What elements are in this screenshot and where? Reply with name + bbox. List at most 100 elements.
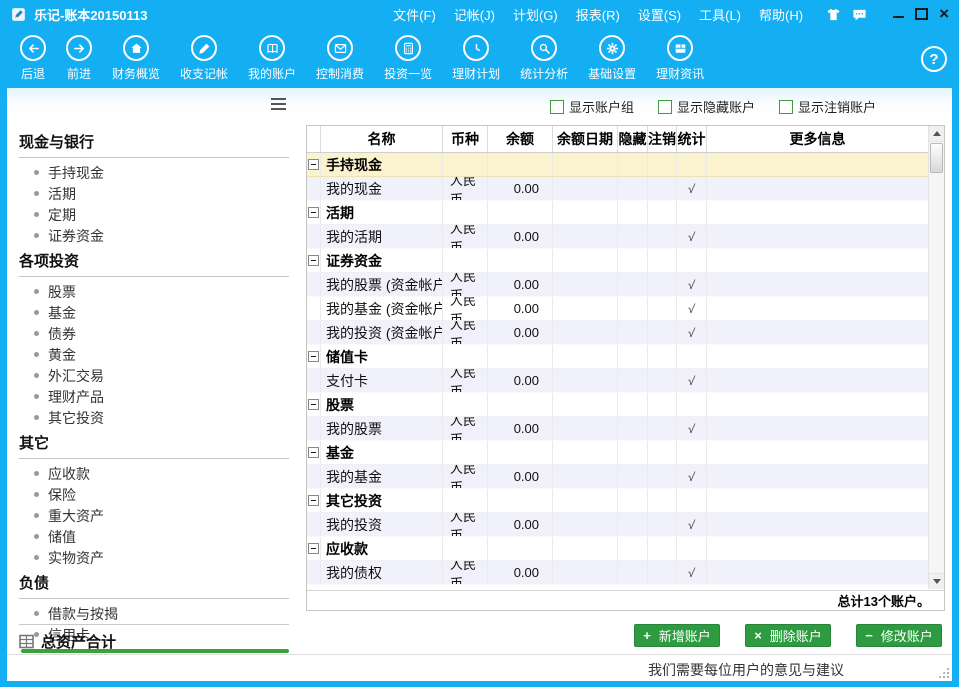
checkbox-icon[interactable] (658, 100, 672, 114)
bullet-icon (34, 331, 39, 336)
toolbar-item-arrow-right[interactable]: 前进 (56, 28, 102, 82)
sidebar-item-重大资产[interactable]: 重大资产 (7, 505, 302, 526)
column-header-更多信息[interactable]: 更多信息 (707, 126, 928, 152)
account-row[interactable]: 我的投资 (资金帐户)人民币0.00√ (307, 321, 928, 345)
collapse-icon[interactable] (308, 351, 319, 362)
sidebar-item-保险[interactable]: 保险 (7, 484, 302, 505)
toolbar-item-home[interactable]: 财务概览 (102, 28, 170, 82)
sidebar-item-手持现金[interactable]: 手持现金 (7, 162, 302, 183)
add-account-button[interactable]: +新增账户 (634, 624, 720, 647)
group-row[interactable]: 手持现金 (307, 153, 928, 177)
sidebar-item-借款与按揭[interactable]: 借款与按揭 (7, 603, 302, 624)
toolbar-item-grid[interactable]: 理财资讯 (646, 28, 714, 82)
sidebar-item-债券[interactable]: 债券 (7, 323, 302, 344)
menu-item-6[interactable]: 工具(L) (690, 5, 750, 24)
menu-item-5[interactable]: 设置(S) (629, 5, 690, 24)
toolbar-item-pencil[interactable]: 收支记帐 (170, 28, 238, 82)
scroll-up-button[interactable] (929, 126, 944, 142)
filter-checkbox-2[interactable]: 显示隐藏账户 (658, 97, 755, 116)
collapse-icon[interactable] (308, 495, 319, 506)
cell-name: 我的股票 (资金帐户) (321, 273, 443, 296)
vertical-scrollbar[interactable] (928, 126, 944, 589)
group-row[interactable]: 基金 (307, 441, 928, 465)
help-button[interactable]: ? (921, 46, 947, 72)
close-button[interactable]: × (939, 6, 949, 22)
cell-hidden (618, 489, 648, 512)
collapse-icon[interactable] (308, 399, 319, 410)
sidebar-item-其它投资[interactable]: 其它投资 (7, 407, 302, 428)
account-row[interactable]: 我的股票人民币0.00√ (307, 417, 928, 441)
account-row[interactable]: 我的基金 (资金帐户)人民币0.00√ (307, 297, 928, 321)
column-header-名称[interactable]: 名称 (321, 126, 443, 152)
sidebar-item-股票[interactable]: 股票 (7, 281, 302, 302)
checkbox-icon[interactable] (550, 100, 564, 114)
toolbar-item-clock[interactable]: 理财计划 (442, 28, 510, 82)
sidebar-item-应收款[interactable]: 应收款 (7, 463, 302, 484)
toolbar-item-book[interactable]: 我的账户 (238, 28, 306, 82)
sidebar-item-活期[interactable]: 活期 (7, 183, 302, 204)
collapse-icon[interactable] (308, 543, 319, 554)
group-row[interactable]: 活期 (307, 201, 928, 225)
group-row[interactable]: 应收款 (307, 537, 928, 561)
column-header-币种[interactable]: 币种 (443, 126, 488, 152)
sidebar-item-理财产品[interactable]: 理财产品 (7, 386, 302, 407)
group-row[interactable]: 证券资金 (307, 249, 928, 273)
filter-checkbox-3[interactable]: 显示注销账户 (779, 97, 876, 116)
menu-item-2[interactable]: 记帐(J) (445, 5, 504, 24)
checkbox-icon[interactable] (779, 100, 793, 114)
sidebar-item-黄金[interactable]: 黄金 (7, 344, 302, 365)
theme-shirt-icon[interactable] (825, 6, 842, 23)
group-row[interactable]: 其它投资 (307, 489, 928, 513)
account-row[interactable]: 我的投资人民币0.00√ (307, 513, 928, 537)
menu-item-1[interactable]: 文件(F) (384, 5, 445, 24)
sidebar-splitter-bar[interactable] (21, 649, 289, 653)
column-header-余额[interactable]: 余额 (488, 126, 553, 152)
collapse-icon[interactable] (308, 447, 319, 458)
sidebar-item-外汇交易[interactable]: 外汇交易 (7, 365, 302, 386)
column-header-注销[interactable]: 注销 (648, 126, 677, 152)
group-row[interactable]: 股票 (307, 393, 928, 417)
column-header-统计[interactable]: 统计 (677, 126, 707, 152)
column-header-expand[interactable] (307, 126, 321, 152)
toolbar-item-envelope[interactable]: 控制消费 (306, 28, 374, 82)
feedback-bubble-icon[interactable] (851, 6, 868, 23)
toolbar-item-calculator[interactable]: 投资一览 (374, 28, 442, 82)
sidebar-item-定期[interactable]: 定期 (7, 204, 302, 225)
group-row[interactable]: 储值卡 (307, 345, 928, 369)
delete-account-button[interactable]: ×删除账户 (745, 624, 831, 647)
column-header-隐藏[interactable]: 隐藏 (618, 126, 648, 152)
account-row[interactable]: 我的基金人民币0.00√ (307, 465, 928, 489)
account-row[interactable]: 我的债权人民币0.00√ (307, 561, 928, 585)
column-header-余额日期[interactable]: 余额日期 (553, 126, 618, 152)
account-row[interactable]: 我的现金人民币0.00√ (307, 177, 928, 201)
collapse-icon[interactable] (308, 159, 319, 170)
collapse-icon[interactable] (308, 207, 319, 218)
modify-account-button[interactable]: −修改账户 (856, 624, 942, 647)
cell-name: 储值卡 (321, 345, 443, 368)
scrollbar-thumb[interactable] (930, 143, 943, 173)
maximize-button[interactable] (915, 6, 928, 22)
panel-menu-button[interactable] (271, 98, 286, 113)
account-row[interactable]: 支付卡人民币0.00√ (307, 369, 928, 393)
sidebar-item-基金[interactable]: 基金 (7, 302, 302, 323)
account-row[interactable]: 我的活期人民币0.00√ (307, 225, 928, 249)
menu-item-3[interactable]: 计划(G) (504, 5, 567, 24)
toolbar-item-arrow-left[interactable]: 后退 (10, 28, 56, 82)
sidebar-item-证券资金[interactable]: 证券资金 (7, 225, 302, 246)
resize-grip-icon[interactable] (938, 667, 949, 678)
account-row[interactable]: 我的股票 (资金帐户)人民币0.00√ (307, 273, 928, 297)
sidebar-item-储值[interactable]: 储值 (7, 526, 302, 547)
collapse-icon[interactable] (308, 255, 319, 266)
cell-cancelled (648, 561, 677, 584)
menu-item-7[interactable]: 帮助(H) (750, 5, 812, 24)
toolbar-item-gear[interactable]: 基础设置 (578, 28, 646, 82)
filter-checkbox-1[interactable]: 显示账户组 (550, 97, 634, 116)
menu-item-4[interactable]: 报表(R) (567, 5, 629, 24)
main-area: 名称币种余额余额日期隐藏注销统计更多信息 手持现金我的现金人民币0.00√活期我… (302, 122, 952, 655)
sidebar-item-实物资产[interactable]: 实物资产 (7, 547, 302, 568)
toolbar-item-search[interactable]: 统计分析 (510, 28, 578, 82)
toolbar-label: 理财计划 (452, 65, 500, 82)
hamburger-icon (271, 98, 286, 100)
minimize-button[interactable] (892, 6, 904, 22)
scroll-down-button[interactable] (929, 573, 944, 589)
